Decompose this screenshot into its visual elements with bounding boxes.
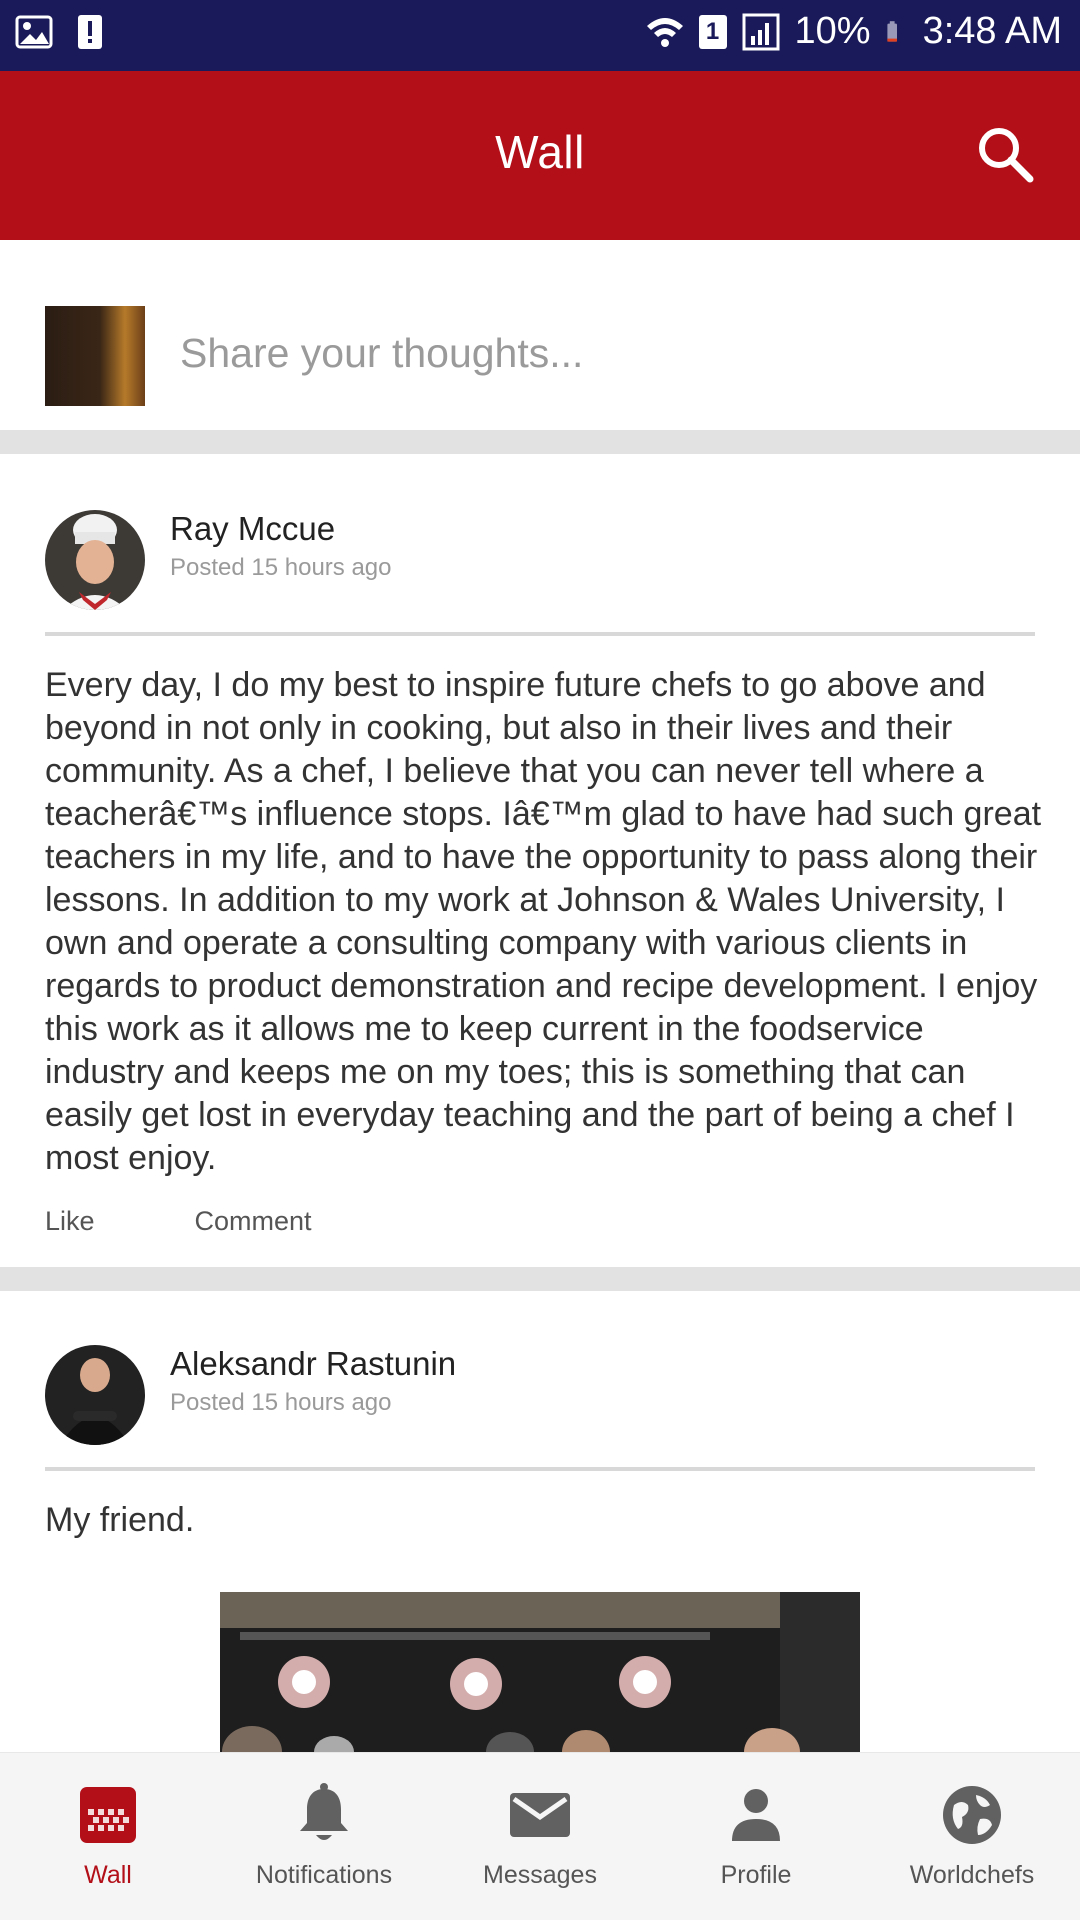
- chef-avatar-image: [45, 1345, 145, 1445]
- post-actions: Like Comment: [45, 1206, 312, 1237]
- search-icon[interactable]: [974, 123, 1036, 185]
- kitchen-photo-image: [220, 1592, 860, 1752]
- app-bar: Wall: [0, 71, 1080, 240]
- clock: 3:48 AM: [922, 10, 1062, 52]
- post-body: Every day, I do my best to inspire futur…: [45, 666, 1042, 1177]
- nav-item-worldchefs[interactable]: Worldchefs: [864, 1753, 1080, 1920]
- post-divider: [45, 1467, 1035, 1471]
- post-card: Aleksandr Rastunin Posted 15 hours ago M…: [0, 1291, 1080, 1752]
- author-avatar[interactable]: [45, 510, 145, 610]
- nav-label: Profile: [720, 1861, 792, 1889]
- status-right: 1 10% 3:48 AM: [645, 10, 1062, 53]
- signal-icon: [742, 13, 780, 50]
- nav-label: Messages: [483, 1861, 597, 1889]
- wifi-icon: [646, 17, 683, 47]
- nav-label: Worldchefs: [909, 1861, 1035, 1889]
- chef-avatar-image: [45, 510, 145, 610]
- bell-icon: [300, 1783, 348, 1840]
- sim-slot-badge: 1: [698, 14, 727, 49]
- feed-separator: [0, 430, 1080, 454]
- comment-button[interactable]: Comment: [195, 1206, 312, 1237]
- bottom-navigation: Wall Notifications Messages Profile Worl…: [0, 1752, 1080, 1920]
- post-timestamp: Posted 15 hours ago: [170, 554, 392, 581]
- nav-item-messages[interactable]: Messages: [432, 1753, 648, 1920]
- person-icon: [732, 1789, 780, 1841]
- post-author[interactable]: Aleksandr Rastunin: [170, 1345, 456, 1383]
- wall-icon: [80, 1787, 136, 1843]
- share-box: Share your thoughts...: [0, 240, 1080, 430]
- nav-item-wall[interactable]: Wall: [0, 1753, 216, 1920]
- nav-label: Notifications: [255, 1861, 393, 1889]
- status-left: [14, 12, 110, 52]
- globe-icon: [943, 1786, 1001, 1844]
- status-bar: 1 10% 3:48 AM: [0, 0, 1080, 71]
- post-photo[interactable]: [220, 1592, 860, 1752]
- like-button[interactable]: Like: [45, 1206, 95, 1237]
- share-thoughts-input[interactable]: Share your thoughts...: [180, 330, 583, 377]
- post-timestamp: Posted 15 hours ago: [170, 1389, 392, 1416]
- gallery-notification-icon: [15, 15, 53, 49]
- page-title: Wall: [495, 126, 585, 178]
- author-avatar[interactable]: [45, 1345, 145, 1445]
- post-card: Ray Mccue Posted 15 hours ago Every day,…: [0, 454, 1080, 1267]
- nav-item-profile[interactable]: Profile: [648, 1753, 864, 1920]
- post-author[interactable]: Ray Mccue: [170, 510, 335, 548]
- post-body: My friend.: [45, 1501, 195, 1539]
- nav-label: Wall: [84, 1861, 132, 1889]
- battery-icon: [886, 20, 897, 42]
- alert-notification-icon: [78, 15, 102, 49]
- feed-separator: [0, 1267, 1080, 1291]
- current-user-avatar[interactable]: [45, 306, 145, 406]
- envelope-icon: [510, 1793, 570, 1837]
- post-divider: [45, 632, 1035, 636]
- battery-percent: 10%: [794, 10, 871, 52]
- nav-item-notifications[interactable]: Notifications: [216, 1753, 432, 1920]
